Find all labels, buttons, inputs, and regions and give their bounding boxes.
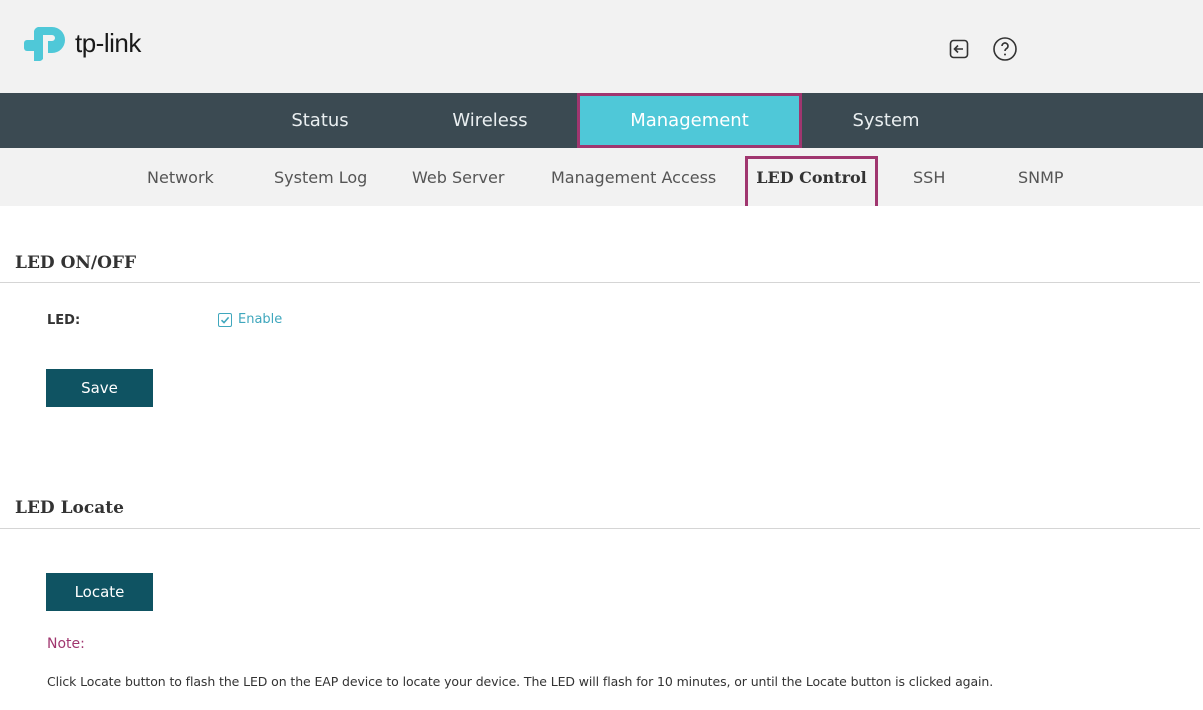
main-nav: Status Wireless Management System	[0, 93, 1203, 148]
checkbox-checked-icon[interactable]	[218, 312, 232, 327]
led-enable-checkbox[interactable]: Enable	[218, 312, 282, 327]
section-divider	[0, 528, 1200, 529]
section-title-led-onoff: LED ON/OFF	[15, 253, 137, 273]
save-button[interactable]: Save	[46, 369, 153, 407]
logout-icon[interactable]	[944, 34, 974, 64]
top-header: tp-link	[0, 0, 1203, 93]
subtab-web-server[interactable]: Web Server	[412, 148, 504, 206]
header-actions	[944, 34, 1020, 64]
subtab-management-access[interactable]: Management Access	[551, 148, 716, 206]
tab-management[interactable]: Management	[577, 93, 802, 148]
brand-name: tp-link	[75, 28, 141, 58]
tp-link-logo-icon	[24, 27, 65, 61]
tab-wireless[interactable]: Wireless	[430, 93, 550, 148]
subtab-ssh[interactable]: SSH	[913, 148, 945, 206]
section-title-led-locate: LED Locate	[15, 498, 124, 518]
subtab-led-control[interactable]: LED Control	[745, 156, 878, 206]
note-title: Note:	[47, 636, 85, 652]
led-label: LED:	[47, 313, 81, 328]
tab-system[interactable]: System	[826, 93, 946, 148]
section-divider	[0, 282, 1200, 283]
enable-label[interactable]: Enable	[238, 312, 282, 327]
note-text: Click Locate button to flash the LED on …	[47, 674, 994, 689]
locate-button[interactable]: Locate	[46, 573, 153, 611]
subtab-snmp[interactable]: SNMP	[1018, 148, 1064, 206]
subtab-network[interactable]: Network	[147, 148, 214, 206]
sub-nav: Network System Log Web Server Management…	[0, 148, 1203, 206]
brand-logo[interactable]: tp-link	[24, 25, 141, 61]
help-icon[interactable]	[990, 34, 1020, 64]
tab-status[interactable]: Status	[260, 93, 380, 148]
subtab-system-log[interactable]: System Log	[274, 148, 367, 206]
